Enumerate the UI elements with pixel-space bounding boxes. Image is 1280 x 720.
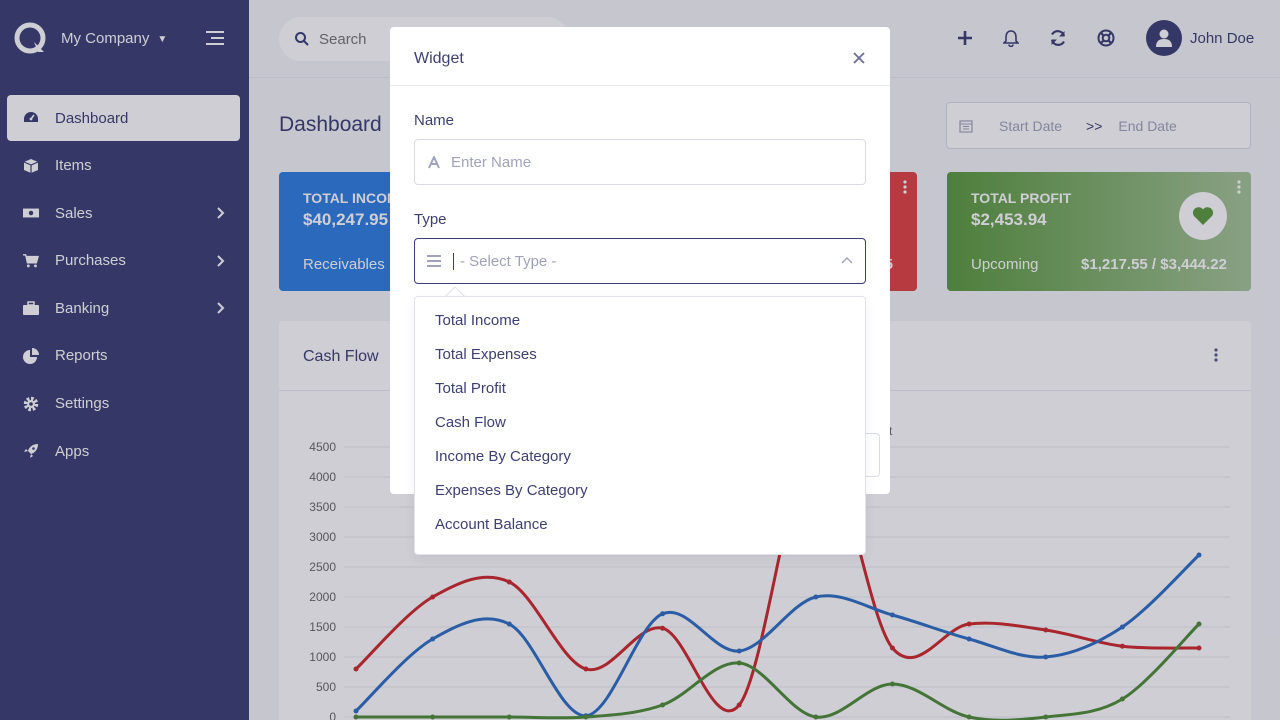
type-option[interactable]: Account Balance (415, 507, 865, 541)
type-select[interactable]: - Select Type - (414, 238, 866, 284)
type-option[interactable]: Cash Flow (415, 405, 865, 439)
type-dropdown: Total Income Total Expenses Total Profit… (414, 296, 866, 555)
chevron-up-icon (841, 257, 853, 264)
type-option[interactable]: Total Income (415, 303, 865, 337)
type-option[interactable]: Total Profit (415, 371, 865, 405)
modal-header: Widget (390, 27, 890, 86)
name-input-placeholder: Enter Name (451, 153, 532, 171)
type-option[interactable]: Expenses By Category (415, 473, 865, 507)
modal-footer-edge (866, 433, 880, 477)
type-options-list: Total Income Total Expenses Total Profit… (415, 297, 865, 541)
name-field[interactable]: Enter Name (414, 139, 866, 185)
name-label: Name (414, 112, 455, 129)
modal-title: Widget (414, 50, 464, 67)
close-icon[interactable] (852, 51, 866, 65)
type-option[interactable]: Total Expenses (415, 337, 865, 371)
text-cursor (453, 252, 454, 270)
font-icon (427, 155, 441, 169)
type-select-placeholder: - Select Type - (460, 252, 557, 270)
type-option[interactable]: Income By Category (415, 439, 865, 473)
type-label: Type (414, 211, 447, 228)
bars-icon (427, 254, 441, 268)
